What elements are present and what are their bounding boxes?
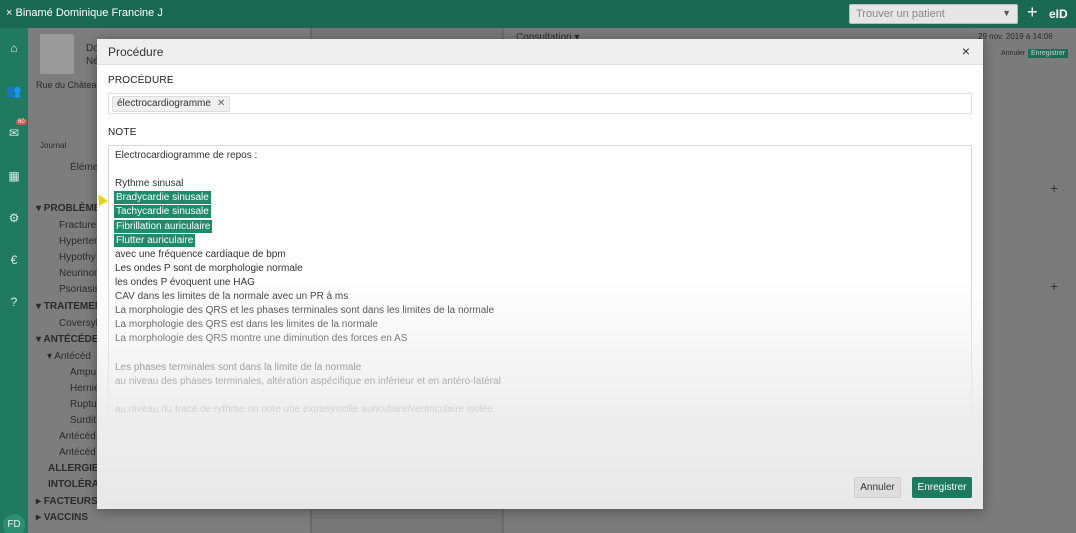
note-line: Les phases terminales sont dans la limit… (115, 361, 362, 373)
cancel-button[interactable]: Annuler (854, 477, 901, 498)
note-line: CAV dans les limites de la normale avec … (115, 291, 349, 302)
home-icon[interactable]: ⌂ (6, 40, 22, 56)
patient-address: Rue du Château (36, 80, 102, 90)
save-button[interactable]: Enregistrer (912, 477, 972, 498)
note-line: Electrocardiogramme de repos : (115, 150, 258, 161)
help-icon[interactable]: ? (6, 294, 22, 310)
patient-search-placeholder: Trouver un patient (856, 8, 945, 20)
chevron-down-icon: ▼ (1002, 8, 1011, 18)
note-line-selected: Bradycardie sinusale (114, 191, 211, 205)
tree-item[interactable]: Surdit (70, 415, 96, 426)
modal-title: Procédure (108, 45, 164, 59)
user-avatar[interactable]: FD (3, 514, 25, 533)
note-line-selected: Tachycardie sinusale (114, 205, 211, 219)
consultation-date: 29 nov. 2019 à 14:06 (978, 32, 1053, 41)
note-line: les ondes P évoquent une HAG (115, 276, 255, 288)
close-icon[interactable]: × (962, 43, 970, 59)
note-line: La morphologie des QRS montre une diminu… (115, 333, 408, 345)
procedure-input[interactable]: électrocardiogramme ✕ (108, 93, 972, 114)
tree-item[interactable]: Psoriasis (59, 284, 100, 295)
bg-add-button-2[interactable]: + (1050, 278, 1058, 294)
note-line: Les ondes P sont de morphologie normale (115, 262, 303, 274)
procedure-modal: Procédure × PROCÉDURE électrocardiogramm… (97, 39, 983, 509)
patient-tab[interactable]: × Binamé Dominique Francine J (6, 7, 163, 19)
procedure-label: PROCÉDURE (108, 75, 174, 86)
tree-item[interactable]: Neurinom (59, 268, 102, 279)
note-line: au niveau du tracé de rythme on note une… (115, 403, 493, 415)
tree-item[interactable]: Ampu (70, 367, 96, 378)
modal-header: Procédure × (97, 39, 983, 65)
note-line-selected: Fibrillation auriculaire (114, 219, 213, 233)
tree-item[interactable]: Hypothy (59, 252, 96, 263)
note-label: NOTE (108, 127, 137, 138)
euro-icon[interactable]: € (6, 252, 22, 268)
tree-item[interactable]: Antécéd (59, 431, 96, 442)
note-line: La morphologie des QRS et les phases ter… (115, 305, 495, 317)
tree-item[interactable]: Antécéd (59, 447, 96, 458)
patients-icon[interactable]: 👥 (6, 83, 22, 99)
tree-item[interactable]: ▾ PROBLÈME (36, 203, 100, 214)
tree-item[interactable]: ▸ VACCINS (36, 512, 88, 523)
tree-item[interactable]: Ruptu (70, 399, 97, 410)
note-line: au niveau des phases terminales, altérat… (115, 375, 501, 387)
mail-count-badge: 60 (16, 119, 27, 125)
tree-item[interactable]: ▾ TRAITEMEN (36, 301, 102, 312)
note-textarea[interactable]: Electrocardiogramme de repos : Rythme sin… (108, 145, 972, 418)
settings-icon[interactable]: ⚙ (6, 210, 22, 226)
patient-search-select[interactable]: Trouver un patient ▼ (849, 4, 1018, 24)
add-patient-button[interactable]: + (1027, 2, 1038, 23)
bg-annuler-button[interactable]: Annuler (998, 49, 1028, 58)
top-bar: × Binamé Dominique Francine J Trouver un… (0, 0, 1076, 28)
tab-journal[interactable]: Journal (40, 141, 66, 150)
note-line: La morphologie des QRS est dans les limi… (115, 319, 378, 331)
patient-photo (40, 34, 74, 74)
note-line: avec une fréquence cardiaque de bpm (115, 248, 286, 260)
calendar-icon[interactable]: ▦ (6, 168, 22, 184)
left-rail: ⌂ 👥 ✉ 60 ▦ ⚙ € ? FD (0, 28, 28, 533)
tree-item[interactable]: Coversyl (59, 318, 98, 329)
procedure-tag-label: électrocardiogramme (117, 98, 211, 109)
tree-item[interactable]: Hernie (70, 383, 99, 394)
remove-tag-icon[interactable]: ✕ (217, 98, 225, 109)
tree-item[interactable]: ▾ ANTÉCÉDE (36, 334, 98, 345)
eid-button[interactable]: eID (1049, 7, 1068, 21)
note-line-selected: Flutter auriculaire (114, 233, 196, 247)
tree-item[interactable]: Hyperten (59, 236, 100, 247)
bg-enregistrer-button[interactable]: Enregistrer (1028, 49, 1069, 58)
tree-item[interactable]: ▸ FACTEURS (36, 496, 98, 507)
procedure-tag: électrocardiogramme ✕ (112, 96, 231, 112)
note-line: Rythme sinusal (115, 178, 184, 190)
bg-add-button[interactable]: + (1050, 180, 1058, 196)
mail-icon[interactable]: ✉ (6, 125, 22, 141)
tree-item[interactable]: ▾ Antécéd (47, 351, 91, 362)
tree-item[interactable]: Fracture (59, 220, 96, 231)
